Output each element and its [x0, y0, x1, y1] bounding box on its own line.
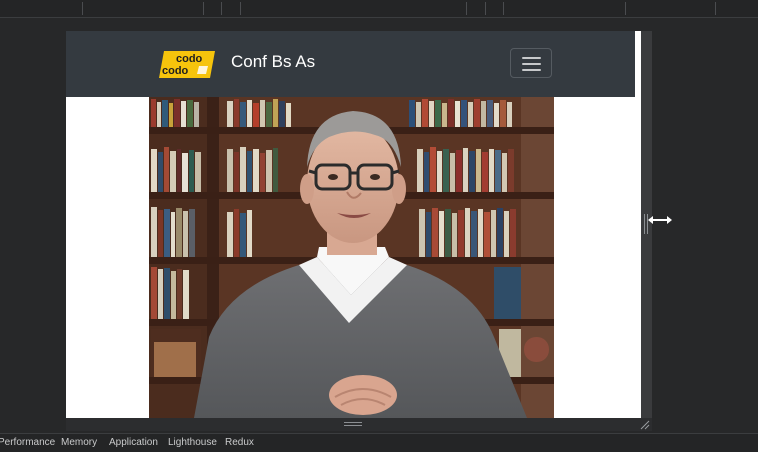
toolbar-separator	[715, 2, 716, 15]
toolbar-separator	[82, 2, 83, 15]
logo-text-bottom: codo	[162, 65, 189, 77]
video-frame	[149, 97, 554, 418]
device-viewport: codo codo Conf Bs As	[66, 31, 641, 418]
tab-memory[interactable]: Memory	[61, 437, 97, 449]
resize-corner-icon[interactable]	[640, 420, 650, 430]
logo-text-top: codo	[176, 53, 203, 65]
resize-grip-icon	[344, 422, 362, 426]
toolbar-separator	[240, 2, 241, 15]
viewport-resize-handle-bottom[interactable]	[66, 418, 652, 431]
tab-application[interactable]: Application	[109, 437, 158, 449]
tab-redux[interactable]: Redux	[225, 437, 254, 449]
codo-logo[interactable]: codo codo	[159, 51, 215, 78]
devtools-drawer-tabs: Performance Memory Application Lighthous…	[0, 433, 758, 452]
navbar-toggler-button[interactable]	[510, 48, 552, 78]
resize-cursor-icon	[648, 216, 672, 224]
navbar: codo codo Conf Bs As	[66, 31, 635, 97]
toolbar-separator	[485, 2, 486, 15]
tab-lighthouse[interactable]: Lighthouse	[168, 437, 217, 449]
toolbar-separator	[503, 2, 504, 15]
tab-performance[interactable]: Performance	[0, 437, 55, 449]
toolbar-separator	[203, 2, 204, 15]
devtools-top-toolbar	[0, 0, 758, 18]
brand-title[interactable]: Conf Bs As	[231, 52, 315, 72]
toolbar-separator	[625, 2, 626, 15]
toolbar-separator	[466, 2, 467, 15]
toolbar-separator	[221, 2, 222, 15]
